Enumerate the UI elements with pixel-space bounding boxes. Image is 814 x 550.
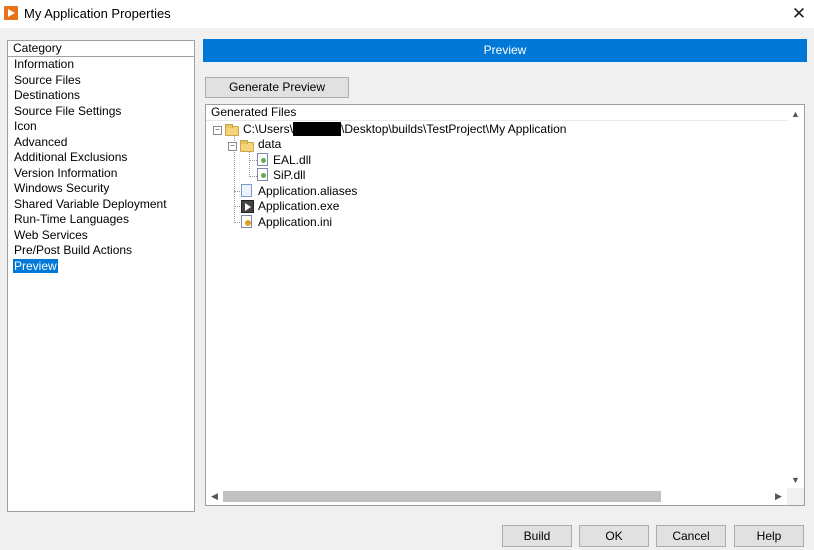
category-item-information[interactable]: Information [8,57,194,73]
tree-line [234,222,240,223]
tree-line [249,151,250,177]
tree-item-sip-dll[interactable]: SiP.dll [273,168,305,183]
cancel-button[interactable]: Cancel [656,525,726,547]
close-button[interactable]: ✕ [784,0,814,28]
category-item-destinations[interactable]: Destinations [8,88,194,104]
category-item-icon[interactable]: Icon [8,119,194,135]
category-item-source-file-settings[interactable]: Source File Settings [8,104,194,120]
tree-item-application-exe[interactable]: Application.exe [258,199,339,214]
generated-files-header: Generated Files [206,105,791,121]
category-item-windows-security[interactable]: Windows Security [8,181,194,197]
tree-item-root-folder[interactable]: C:\Users\ \Desktop\builds\TestProject\My … [243,122,566,137]
redacted-username [293,122,342,136]
category-header: Category [8,41,194,57]
tree-line [249,160,257,161]
scroll-up-icon[interactable]: ▲ [787,109,804,119]
tree-item-eal-dll[interactable]: EAL.dll [273,153,311,168]
category-panel: Category Information Source Files Destin… [7,40,195,512]
category-item-additional-exclusions[interactable]: Additional Exclusions [8,150,194,166]
tree-line [249,176,257,177]
category-item-shared-variable-deployment[interactable]: Shared Variable Deployment [8,197,194,213]
tree-item-data-folder[interactable]: data [258,137,281,152]
folder-icon [225,124,239,136]
title-bar: My Application Properties ✕ [0,0,814,28]
dll-file-icon [257,153,268,166]
generated-files-panel: Generated Files − C:\Users\ \Desktop\buil… [205,104,805,506]
root-path-suffix: \Desktop\builds\TestProject\My Applicati… [341,122,567,136]
horizontal-scroll-thumb[interactable] [223,491,661,502]
category-list: Information Source Files Destinations So… [8,57,194,274]
collapse-root-icon[interactable]: − [213,126,222,135]
generate-preview-button[interactable]: Generate Preview [205,77,349,98]
preview-section-title: Preview [203,39,807,62]
root-path-prefix: C:\Users\ [243,122,294,136]
category-item-source-files[interactable]: Source Files [8,73,194,89]
category-item-advanced[interactable]: Advanced [8,135,194,151]
dll-file-icon [257,168,268,181]
collapse-data-icon[interactable]: − [228,142,237,151]
exe-file-icon [241,200,254,213]
category-item-web-services[interactable]: Web Services [8,228,194,244]
scroll-right-icon[interactable]: ▶ [770,491,787,502]
build-button[interactable]: Build [502,525,572,547]
category-item-run-time-languages[interactable]: Run-Time Languages [8,212,194,228]
labview-app-icon [4,6,18,20]
category-item-version-information[interactable]: Version Information [8,166,194,182]
category-item-pre-post-build-actions[interactable]: Pre/Post Build Actions [8,243,194,259]
horizontal-scrollbar[interactable]: ◀ ▶ [206,488,787,505]
vertical-scrollbar[interactable]: ▲ ▼ [787,105,804,489]
folder-icon [240,140,254,152]
scroll-left-icon[interactable]: ◀ [206,491,223,502]
ini-file-icon [241,215,252,228]
ok-button[interactable]: OK [579,525,649,547]
tree-line [234,206,240,207]
window-title: My Application Properties [24,6,171,21]
tree-line [234,191,240,192]
scrollbar-corner [787,488,804,505]
scroll-down-icon[interactable]: ▼ [787,475,804,485]
tree-item-application-ini[interactable]: Application.ini [258,215,332,230]
aliases-file-icon [241,184,252,197]
category-item-preview[interactable]: Preview [8,258,194,275]
tree-item-application-aliases[interactable]: Application.aliases [258,184,357,199]
help-button[interactable]: Help [734,525,804,547]
